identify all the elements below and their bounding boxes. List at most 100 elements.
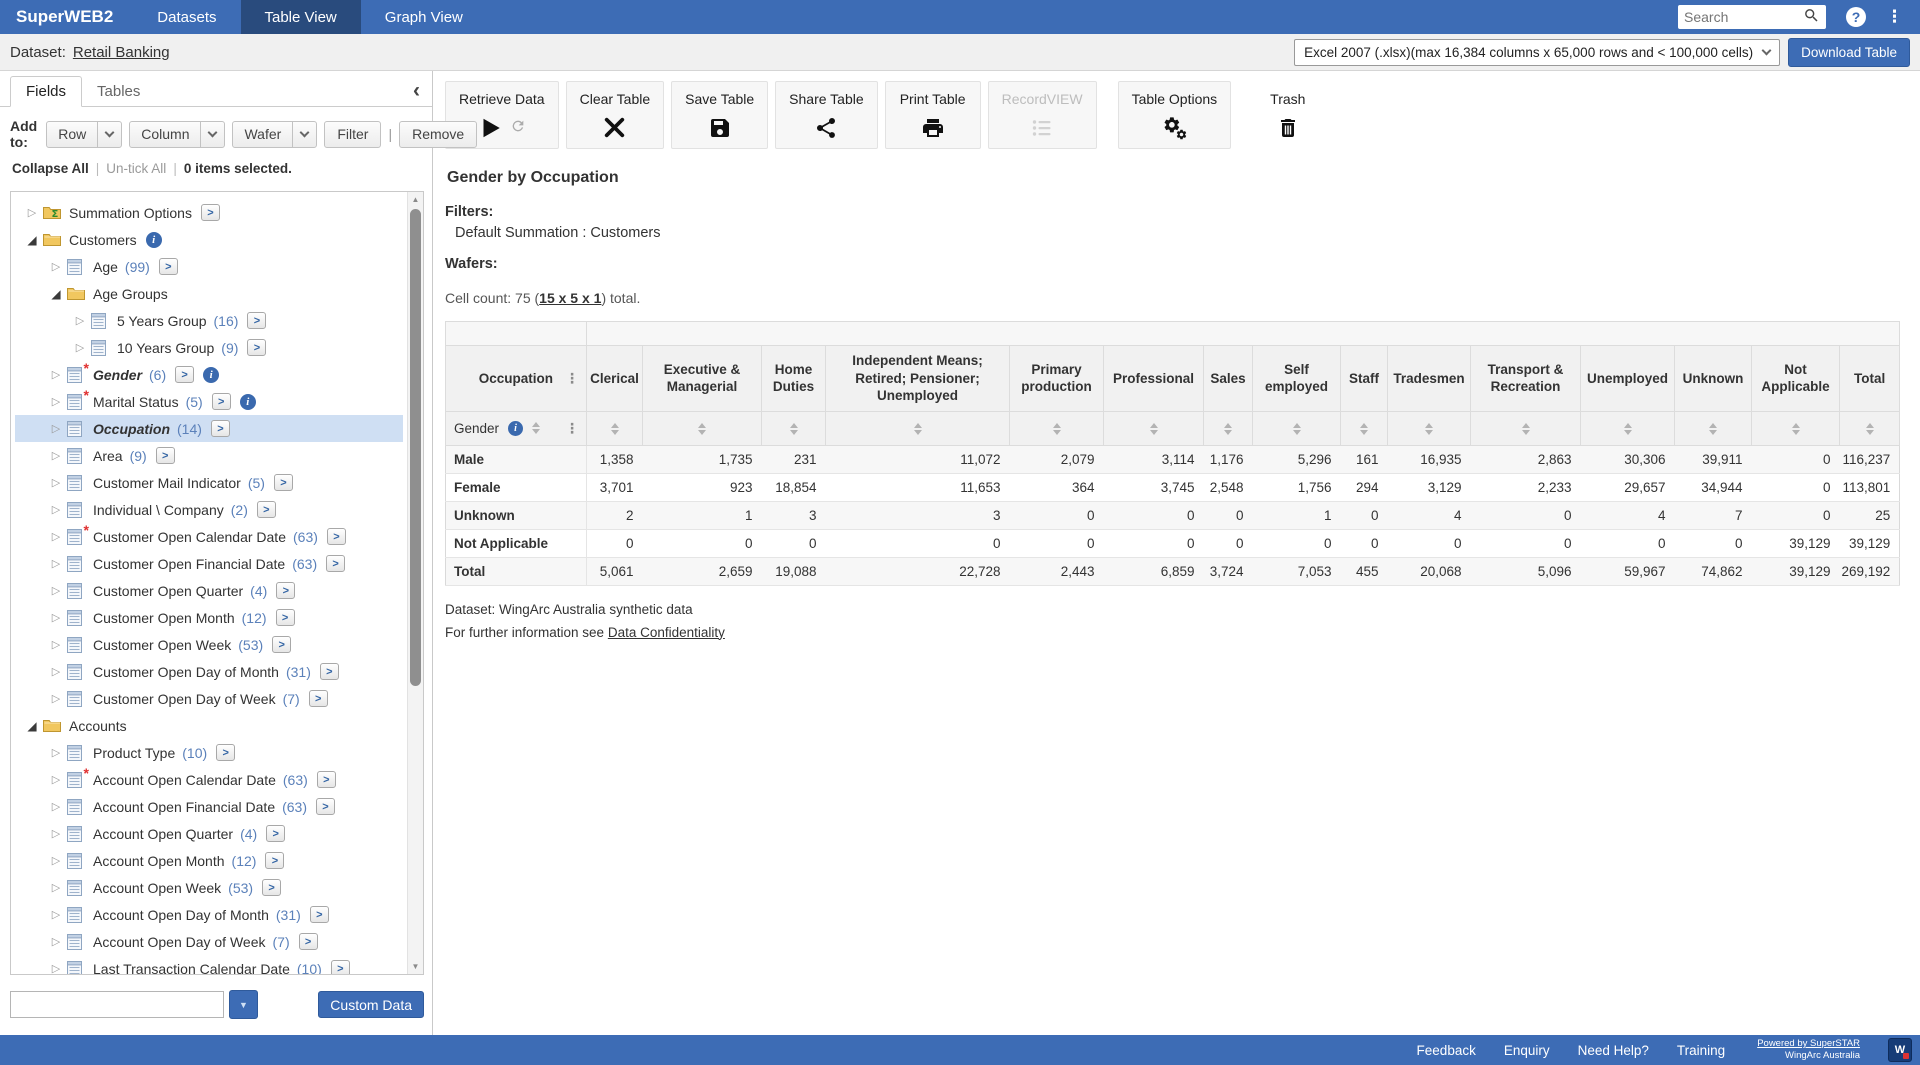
expand-arrow-icon[interactable]: ▷ xyxy=(47,881,65,894)
search-box[interactable] xyxy=(1678,5,1826,29)
collapse-all-link[interactable]: Collapse All xyxy=(12,161,89,176)
info-icon[interactable]: i xyxy=(203,367,219,383)
column-header-total[interactable]: Total xyxy=(1840,346,1900,412)
sort-icon[interactable] xyxy=(1624,423,1632,435)
dropdown-filter-icon[interactable]: ▼ xyxy=(229,990,258,1019)
nav-table-view[interactable]: Table View xyxy=(241,0,361,34)
scrollbar-thumb[interactable] xyxy=(410,209,421,686)
sort-icon[interactable] xyxy=(1866,423,1874,435)
tree-item-10-years-group[interactable]: ▷10 Years Group(9)> xyxy=(15,334,403,361)
tree-item-customer-open-week[interactable]: ▷Customer Open Week(53)> xyxy=(15,631,403,658)
app-logo[interactable]: SuperWEB2 xyxy=(0,0,133,34)
column-sort-cell[interactable] xyxy=(762,411,826,445)
expand-arrow-icon[interactable]: ▷ xyxy=(47,692,65,705)
chevron-down-icon[interactable] xyxy=(97,122,121,147)
column-header-tradesmen[interactable]: Tradesmen xyxy=(1388,346,1471,412)
kebab-menu-icon[interactable]: ⋮ xyxy=(562,420,582,437)
expand-arrow-icon[interactable]: ▷ xyxy=(47,503,65,516)
column-sort-cell[interactable] xyxy=(587,411,643,445)
add-to-row-button[interactable]: Row xyxy=(46,121,122,148)
add-to-table-button[interactable]: > xyxy=(257,501,276,518)
search-icon[interactable] xyxy=(1803,7,1820,27)
footer-link-enquiry[interactable]: Enquiry xyxy=(1504,1043,1550,1058)
untick-all-link[interactable]: Un-tick All xyxy=(106,161,166,176)
tree-item-5-years-group[interactable]: ▷5 Years Group(16)> xyxy=(15,307,403,334)
sort-icon[interactable] xyxy=(1293,423,1301,435)
chevron-down-icon[interactable] xyxy=(200,122,224,147)
add-to-table-button[interactable]: > xyxy=(331,960,350,974)
add-to-table-button[interactable]: > xyxy=(327,528,346,545)
collapse-arrow-icon[interactable]: ◢ xyxy=(23,719,41,733)
column-header-transport-recreation[interactable]: Transport & Recreation xyxy=(1471,346,1581,412)
info-icon[interactable]: i xyxy=(508,421,523,436)
add-to-table-button[interactable]: > xyxy=(310,906,329,923)
tree-item-customers[interactable]: ◢Customersi xyxy=(15,226,403,253)
nav-graph-view[interactable]: Graph View xyxy=(361,0,487,34)
tree-item-accounts[interactable]: ◢Accounts xyxy=(15,712,403,739)
add-to-table-button[interactable]: > xyxy=(320,663,339,680)
expand-arrow-icon[interactable]: ▷ xyxy=(47,800,65,813)
export-format-select[interactable]: Excel 2007 (.xlsx)(max 16,384 columns x … xyxy=(1294,39,1780,66)
column-header-not-applicable[interactable]: Not Applicable xyxy=(1752,346,1840,412)
add-to-table-button[interactable]: > xyxy=(201,204,220,221)
expand-arrow-icon[interactable]: ▷ xyxy=(47,908,65,921)
tree-item-occupation[interactable]: ▷Occupation(14)> xyxy=(15,415,403,442)
tree-item-account-open-week[interactable]: ▷Account Open Week(53)> xyxy=(15,874,403,901)
column-sort-cell[interactable] xyxy=(1341,411,1388,445)
expand-arrow-icon[interactable]: ▷ xyxy=(47,827,65,840)
add-to-table-button[interactable]: > xyxy=(247,339,266,356)
sort-icon[interactable] xyxy=(698,423,706,435)
column-sort-cell[interactable] xyxy=(1471,411,1581,445)
sort-icon[interactable] xyxy=(1709,423,1717,435)
dataset-name-link[interactable]: Retail Banking xyxy=(73,44,170,61)
sort-icon[interactable] xyxy=(1053,423,1061,435)
toolbar-button-save-table[interactable]: Save Table xyxy=(671,81,768,149)
sort-icon[interactable] xyxy=(1792,423,1800,435)
expand-arrow-icon[interactable]: ▷ xyxy=(47,422,65,435)
column-sort-cell[interactable] xyxy=(1581,411,1675,445)
footer-link-feedback[interactable]: Feedback xyxy=(1417,1043,1476,1058)
expand-arrow-icon[interactable]: ▷ xyxy=(47,746,65,759)
add-to-table-button[interactable]: > xyxy=(272,636,291,653)
sort-icon[interactable] xyxy=(914,423,922,435)
tree-item-account-open-month[interactable]: ▷Account Open Month(12)> xyxy=(15,847,403,874)
add-to-wafer-button[interactable]: Wafer xyxy=(232,121,317,148)
tree-item-customer-open-day-of-month[interactable]: ▷Customer Open Day of Month(31)> xyxy=(15,658,403,685)
column-sort-cell[interactable] xyxy=(643,411,762,445)
column-sort-cell[interactable] xyxy=(1253,411,1341,445)
sort-icon[interactable] xyxy=(1425,423,1433,435)
column-sort-cell[interactable] xyxy=(826,411,1010,445)
expand-arrow-icon[interactable]: ▷ xyxy=(47,476,65,489)
toolbar-button-table-options[interactable]: Table Options xyxy=(1118,81,1232,149)
column-header-primary-production[interactable]: Primary production xyxy=(1010,346,1104,412)
kebab-menu-icon[interactable]: ⋮ xyxy=(1886,7,1904,27)
collapse-arrow-icon[interactable]: ◢ xyxy=(47,287,65,301)
add-to-table-button[interactable]: > xyxy=(276,582,295,599)
add-to-table-button[interactable]: > xyxy=(276,609,295,626)
expand-arrow-icon[interactable]: ▷ xyxy=(71,314,89,327)
add-to-table-button[interactable]: > xyxy=(274,474,293,491)
column-header-executive-managerial[interactable]: Executive & Managerial xyxy=(643,346,762,412)
tree-item-customer-open-financial-date[interactable]: ▷Customer Open Financial Date(63)> xyxy=(15,550,403,577)
toolbar-button-clear-table[interactable]: Clear Table xyxy=(566,81,665,149)
tree-item-age-groups[interactable]: ◢Age Groups xyxy=(15,280,403,307)
expand-arrow-icon[interactable]: ▷ xyxy=(47,368,65,381)
add-to-table-button[interactable]: > xyxy=(316,798,335,815)
sort-icon[interactable] xyxy=(1360,423,1368,435)
column-sort-cell[interactable] xyxy=(1752,411,1840,445)
powered-by-link[interactable]: Powered by SuperSTAR xyxy=(1757,1038,1860,1050)
tree-item-customer-mail-indicator[interactable]: ▷Customer Mail Indicator(5)> xyxy=(15,469,403,496)
toolbar-button-trash[interactable]: Trash xyxy=(1256,81,1319,149)
tree-item-area[interactable]: ▷Area(9)> xyxy=(15,442,403,469)
add-to-table-button[interactable]: > xyxy=(156,447,175,464)
tree-item-last-transaction-calendar-date[interactable]: ▷Last Transaction Calendar Date(10)> xyxy=(15,955,403,974)
collapse-arrow-icon[interactable]: ◢ xyxy=(23,233,41,247)
expand-arrow-icon[interactable]: ▷ xyxy=(47,449,65,462)
expand-arrow-icon[interactable]: ▷ xyxy=(47,557,65,570)
sort-icon[interactable] xyxy=(1150,423,1158,435)
column-sort-cell[interactable] xyxy=(1104,411,1204,445)
tree-item-account-open-day-of-month[interactable]: ▷Account Open Day of Month(31)> xyxy=(15,901,403,928)
nav-datasets[interactable]: Datasets xyxy=(133,0,240,34)
remove-button[interactable]: Remove xyxy=(399,121,477,148)
expand-arrow-icon[interactable]: ▷ xyxy=(47,935,65,948)
